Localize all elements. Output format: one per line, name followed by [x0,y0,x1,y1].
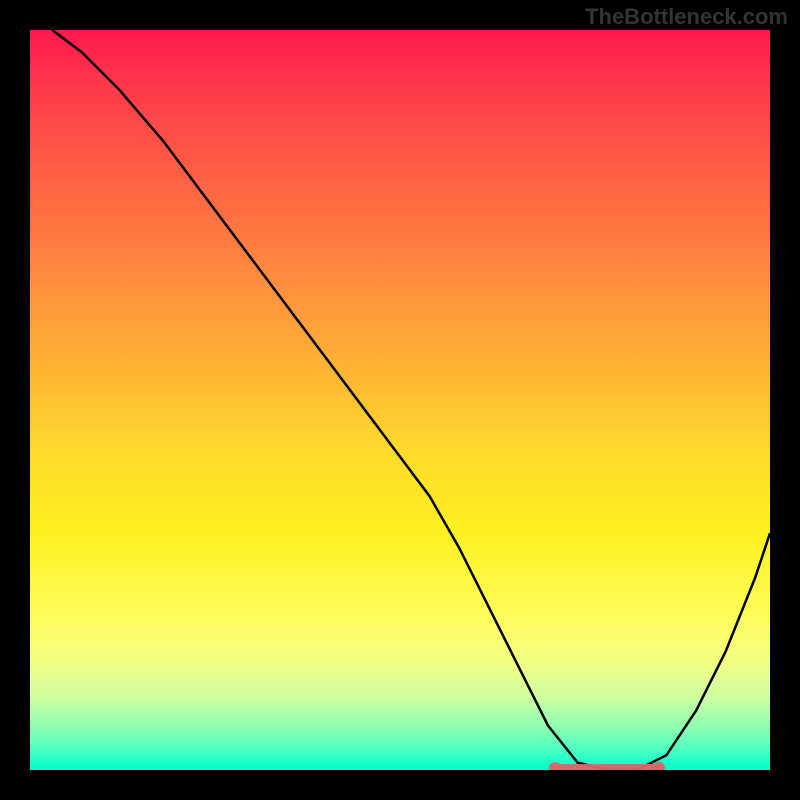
watermark-text: TheBottleneck.com [585,4,788,30]
bottleneck-curve [30,30,770,770]
optimal-range-end-dot [653,762,665,770]
optimal-range-band [555,764,659,770]
optimal-range-start-dot [549,762,561,770]
chart-plot-area [30,30,770,770]
